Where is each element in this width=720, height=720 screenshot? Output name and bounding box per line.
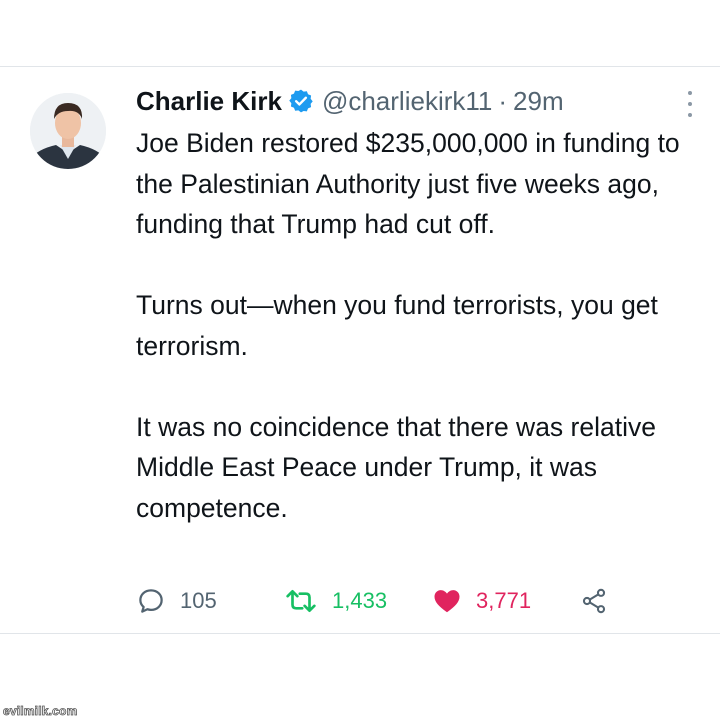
tweet-paragraph: Joe Biden restored $235,000,000 in fundi… <box>136 128 680 239</box>
tweet-timestamp[interactable]: 29m <box>513 86 564 117</box>
more-vertical-icon[interactable] <box>684 91 696 117</box>
tweet-actions: 105 1,433 3,771 <box>136 581 696 621</box>
reply-count: 105 <box>180 588 217 613</box>
bottom-divider <box>0 633 720 634</box>
author-name[interactable]: Charlie Kirk <box>136 86 282 117</box>
like-count: 3,771 <box>476 588 532 613</box>
tweet-text: Joe Biden restored $235,000,000 in fundi… <box>136 123 706 528</box>
like-button[interactable]: 3,771 <box>432 581 531 621</box>
tweet-card[interactable]: Charlie Kirk @charliekirk11 · 29m Joe Bi… <box>0 67 720 633</box>
author-handle[interactable]: @charliekirk11 <box>322 86 492 117</box>
tweet-paragraph: Turns out—when you fund terrorists, you … <box>136 290 658 361</box>
heart-icon <box>432 586 462 616</box>
watermark: evilmilk.com <box>3 704 78 719</box>
reply-button[interactable]: 105 <box>136 581 217 621</box>
avatar[interactable] <box>30 93 106 169</box>
share-button[interactable] <box>580 581 608 621</box>
tweet-paragraph: It was no coincidence that there was rel… <box>136 411 656 523</box>
share-icon <box>580 587 608 615</box>
verified-badge-icon <box>288 88 314 114</box>
retweet-count: 1,433 <box>332 588 388 613</box>
tweet-header: Charlie Kirk @charliekirk11 · 29m <box>136 81 564 121</box>
retweet-icon <box>284 586 318 616</box>
reply-icon <box>136 586 166 616</box>
retweet-button[interactable]: 1,433 <box>284 581 387 621</box>
separator-dot: · <box>498 85 508 116</box>
